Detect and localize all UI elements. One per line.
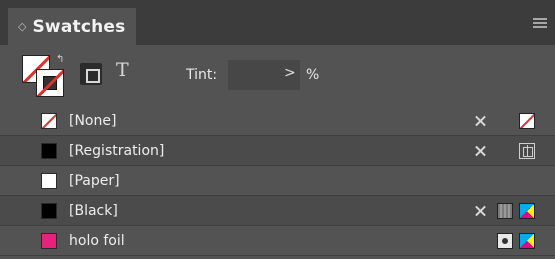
registration-mode-icon [519,143,535,159]
swatch-row-paper[interactable]: [Paper] [0,166,555,196]
swatch-list: [None] [Registration] [Paper] [Black] ho… [0,106,555,259]
swatch-label: [Paper] [69,173,120,189]
tab-swatches[interactable]: ◇ Swatches [8,8,136,45]
cmyk-mode-icon [519,203,535,219]
cannot-edit-icon [472,143,488,159]
swatch-row-black[interactable]: [Black] [0,196,555,226]
swap-fill-stroke-icon[interactable]: ↰ [56,55,64,65]
panel-title: Swatches [32,16,126,37]
cmyk-mode-icon [519,233,535,249]
swatch-row-none[interactable]: [None] [0,106,555,136]
swatch-label: [None] [69,113,117,129]
panel-menu-icon[interactable] [533,18,547,28]
fill-stroke-icon[interactable]: ↰ [22,55,66,97]
swatch-chip [41,173,57,189]
swatch-label: holo foil [69,233,125,249]
swatch-controls: ↰ T Tint: > % [0,45,555,103]
tint-label: Tint: [186,67,218,83]
formatting-container-icon[interactable] [80,63,102,85]
tint-slider-arrow-icon[interactable]: > [284,65,296,81]
swatches-panel: ◇ Swatches ↰ T Tint: > % [None] [Registr… [0,0,555,259]
spot-color-icon [497,233,513,249]
tint-percent: % [306,67,320,83]
swatch-chip [41,203,57,219]
stroke-box[interactable] [36,69,64,97]
collapse-icon[interactable]: ◇ [18,21,26,32]
swatch-row-registration[interactable]: [Registration] [0,136,555,166]
panel-tab-bar: ◇ Swatches [0,0,555,45]
none-mode-icon [519,113,535,129]
swatch-label: [Registration] [69,143,165,159]
cannot-edit-icon [472,113,488,129]
swatch-row-holo-foil[interactable]: holo foil [0,226,555,256]
formatting-text-icon[interactable]: T [116,59,129,81]
swatch-label: [Black] [69,203,118,219]
swatch-chip [41,233,57,249]
swatch-chip [41,143,57,159]
process-color-icon [497,203,513,219]
swatch-chip [41,113,57,129]
cannot-edit-icon [472,203,488,219]
